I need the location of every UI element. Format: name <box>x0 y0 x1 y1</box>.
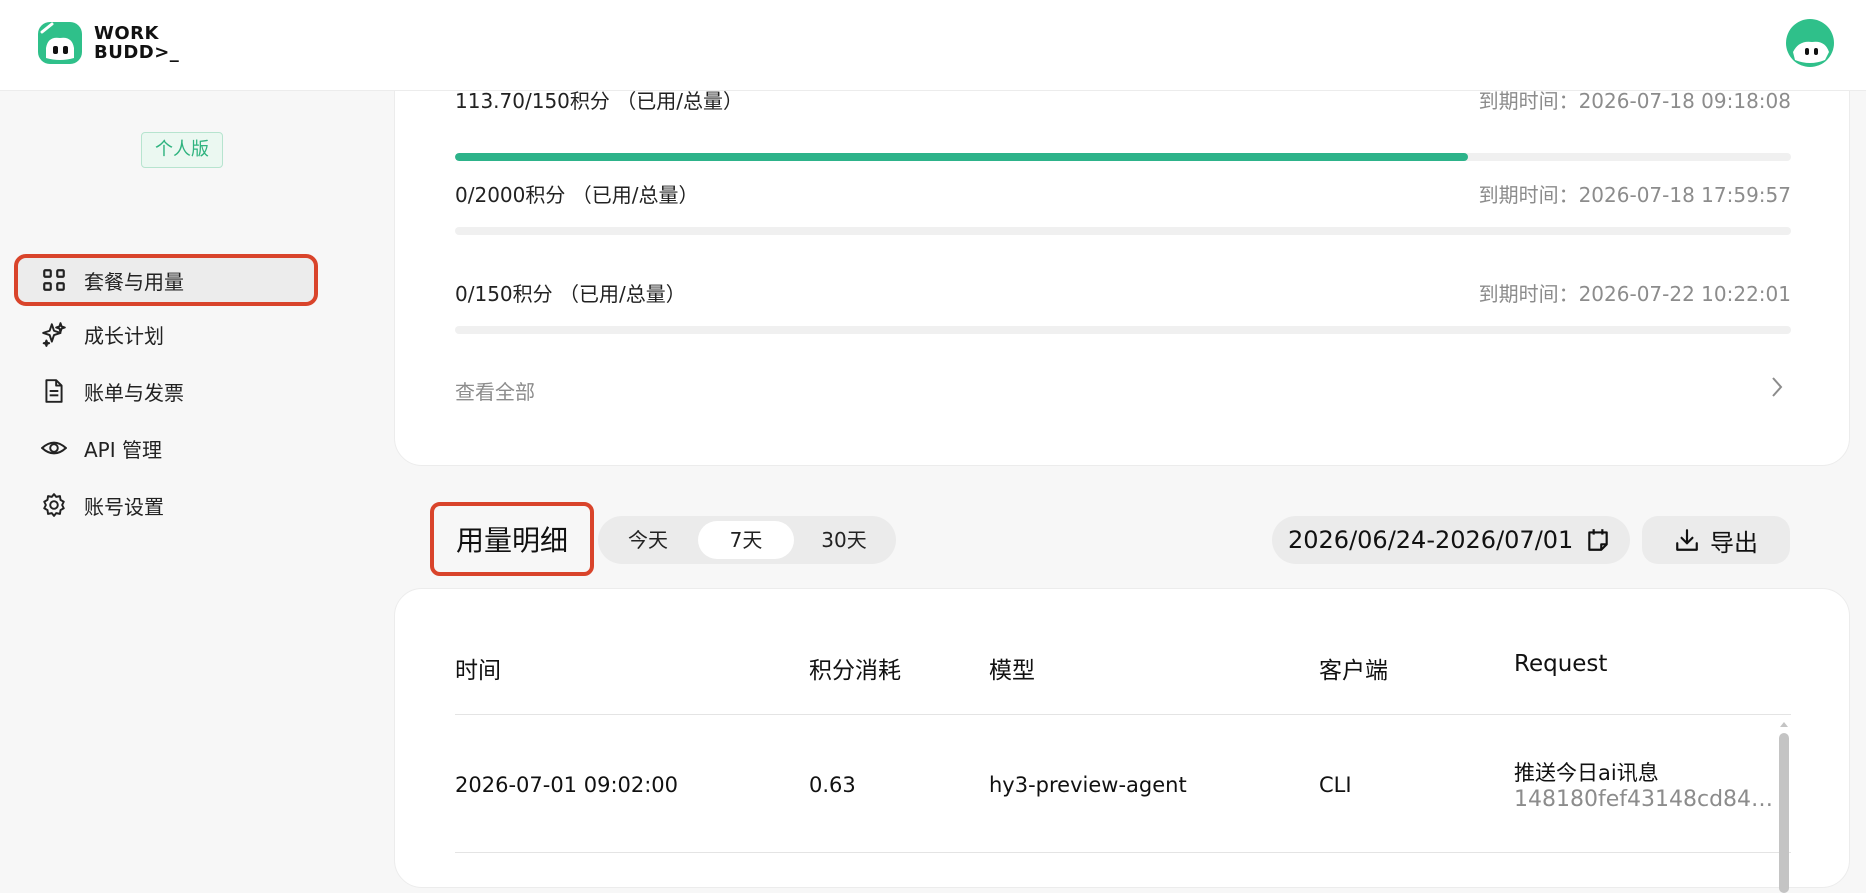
logo-line-2: BUDD>_ <box>94 42 180 63</box>
tab-today[interactable]: 今天 <box>600 521 696 559</box>
chevron-right-icon[interactable] <box>1765 373 1789 401</box>
cell-model: hy3-preview-agent <box>989 773 1187 797</box>
logo-wordmark: WORK BUDD>_ <box>94 24 179 62</box>
quota-progress-bar <box>455 153 1791 161</box>
logo-line-1: WORK <box>94 23 159 44</box>
quota-progress-bar <box>455 326 1791 334</box>
tab-7-days[interactable]: 7天 <box>698 521 794 559</box>
sidebar-item-api[interactable]: API 管理 <box>14 422 318 474</box>
cell-client: CLI <box>1319 773 1352 797</box>
cell-credits: 0.63 <box>809 773 856 797</box>
gear-icon <box>40 491 68 519</box>
cell-time: 2026-07-01 09:02:00 <box>455 773 679 797</box>
calendar-icon <box>1588 529 1609 551</box>
quota-expiry: 到期时间：2026-07-22 10:22:01 <box>1478 282 1791 306</box>
quota-label: 0/2000积分 （已用/总量） <box>455 183 699 207</box>
table-scrollbar[interactable] <box>1779 733 1789 893</box>
usage-table: 时间 积分消耗 模型 客户端 Request 2026-07-01 09:02:… <box>394 588 1850 893</box>
export-label: 导出 <box>1710 528 1758 557</box>
sidebar-item-label: 账号设置 <box>84 494 164 519</box>
workbuddy-logo-icon <box>38 22 82 64</box>
table-row-divider <box>455 852 1791 853</box>
grid-icon <box>40 266 68 294</box>
quota-card: 113.70/150积分 （已用/总量） 到期时间：2026-07-18 09:… <box>394 60 1850 466</box>
download-icon <box>1676 529 1698 551</box>
export-button[interactable]: 导出 <box>1642 516 1790 564</box>
sidebar-item-label: API 管理 <box>84 437 162 462</box>
top-bar: WORK BUDD>_ <box>0 0 1866 91</box>
document-icon <box>40 377 68 405</box>
sidebar-item-label: 套餐与用量 <box>84 269 184 294</box>
column-header-time: 时间 <box>455 658 501 684</box>
sidebar-item-account-settings[interactable]: 账号设置 <box>14 479 318 531</box>
time-range-tabs: 今天 7天 30天 <box>598 516 896 564</box>
quota-progress-bar <box>455 227 1791 235</box>
cell-request-title: 推送今日ai讯息 <box>1514 761 1659 785</box>
table-header-divider <box>455 714 1791 715</box>
sidebar: 个人版 套餐与用量 成长计划 账单与发票 API 管理 账号设置 <box>0 90 380 868</box>
usage-details-title: 用量明细 <box>430 502 594 576</box>
user-avatar[interactable] <box>1785 18 1835 68</box>
sidebar-item-billing[interactable]: 账单与发票 <box>14 365 318 417</box>
sparkles-icon <box>40 320 68 348</box>
sidebar-item-growth[interactable]: 成长计划 <box>14 308 318 360</box>
quota-expiry: 到期时间：2026-07-18 17:59:57 <box>1478 183 1791 207</box>
column-header-client: 客户端 <box>1319 658 1388 684</box>
scroll-up-arrow-icon[interactable] <box>1779 719 1789 729</box>
column-header-request: Request <box>1514 651 1608 677</box>
column-header-model: 模型 <box>989 658 1035 684</box>
column-header-credits: 积分消耗 <box>809 658 901 684</box>
tab-30-days[interactable]: 30天 <box>796 521 892 559</box>
plan-badge: 个人版 <box>141 132 223 168</box>
eye-icon <box>40 434 68 462</box>
sidebar-item-label: 成长计划 <box>84 323 164 348</box>
date-range-value: 2026/06/24-2026/07/01 <box>1288 526 1574 554</box>
quota-progress-fill <box>455 153 1468 161</box>
sidebar-item-label: 账单与发票 <box>84 380 184 405</box>
quota-label: 0/150积分 （已用/总量） <box>455 282 686 306</box>
view-all-link[interactable]: 查看全部 <box>455 376 535 405</box>
sidebar-item-plans-usage[interactable]: 套餐与用量 <box>14 254 318 306</box>
date-range-picker[interactable]: 2026/06/24-2026/07/01 <box>1272 516 1630 564</box>
workbuddy-logo[interactable]: WORK BUDD>_ <box>36 18 179 68</box>
cell-request-id[interactable]: 148180fef43148cd84… <box>1514 787 1773 812</box>
